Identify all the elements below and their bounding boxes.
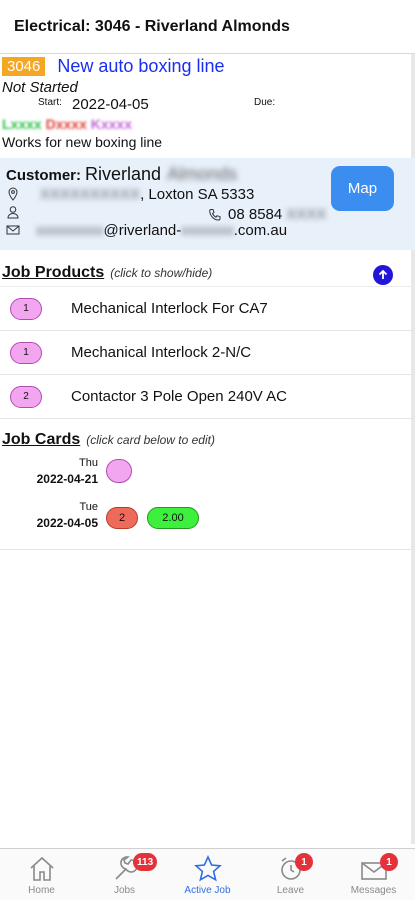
job-card-pill[interactable] <box>106 459 132 483</box>
phone-redacted: XXXX <box>286 206 327 223</box>
assigned-techs: Lxxxx Dxxxx Kxxxx <box>2 116 413 132</box>
product-row[interactable]: 2 Contactor 3 Pole Open 240V AC <box>0 375 415 419</box>
job-card-count-pill[interactable]: 2 <box>106 507 138 529</box>
product-name: Contactor 3 Pole Open 240V AC <box>71 388 287 405</box>
product-name: Mechanical Interlock 2-N/C <box>71 344 252 361</box>
job-card-date: 2022-04-05 <box>36 516 98 530</box>
email-domain: @riverland- <box>103 221 182 239</box>
job-summary: 3046 New auto boxing line Not Started St… <box>0 56 415 150</box>
address-redacted: XXXXXXXXXX <box>40 185 141 203</box>
product-row[interactable]: 1 Mechanical Interlock 2-N/C <box>0 331 415 375</box>
phone-text: 08 8584 <box>228 206 283 223</box>
tab-label: Leave <box>276 885 305 896</box>
phone-icon <box>209 208 221 221</box>
quantity-pill: 2 <box>10 385 42 408</box>
job-status: Not Started <box>2 79 78 96</box>
due-label: Due: <box>254 97 276 108</box>
job-cards-hint: (click card below to edit) <box>86 433 215 447</box>
job-description: Works for new boxing line <box>2 134 163 150</box>
product-row[interactable]: 1 Mechanical Interlock For CA7 <box>0 287 415 331</box>
customer-label: Customer: <box>6 167 82 184</box>
tech-name: Kxxxx <box>90 116 133 132</box>
job-cards-title: Job Cards <box>2 431 81 448</box>
email-line[interactable]: xxxxxxxxx @riverland- xxxxxxx .com.au <box>6 221 409 239</box>
tab-jobs[interactable]: 113 Jobs <box>83 849 166 900</box>
tab-messages[interactable]: 1 Messages <box>332 849 415 900</box>
mail-icon <box>6 225 20 235</box>
email-tld: .com.au <box>233 221 288 239</box>
email-redacted: xxxxxxxxx <box>36 221 104 239</box>
map-button[interactable]: Map <box>331 166 394 211</box>
address-text: , Loxton SA 5333 <box>140 185 255 203</box>
tech-name: Lxxxx <box>2 116 42 132</box>
person-icon <box>7 206 19 219</box>
home-icon <box>29 856 54 881</box>
tab-label: Active Job <box>184 885 231 896</box>
phone-number[interactable]: 08 8584 XXXX <box>208 206 326 223</box>
email-domain-redacted: xxxxxxx <box>181 221 234 239</box>
job-number-badge: 3046 <box>2 57 46 76</box>
jobs-badge: 113 <box>133 853 158 871</box>
tab-label: Jobs <box>113 885 136 896</box>
customer-name-redacted: Almonds <box>167 164 238 184</box>
location-pin-icon <box>8 187 18 201</box>
collapse-up-icon[interactable] <box>373 265 393 285</box>
tab-active-job[interactable]: Active Job <box>166 849 249 900</box>
quantity-pill: 1 <box>10 341 42 364</box>
job-products-hint: (click to show/hide) <box>110 266 213 280</box>
tab-leave[interactable]: 1 Leave <box>249 849 332 900</box>
star-icon <box>193 855 222 882</box>
tab-home[interactable]: Home <box>0 849 83 900</box>
tab-label: Home <box>28 885 55 896</box>
quantity-pill: 1 <box>10 297 42 320</box>
job-cards-header: Job Cards (click card below to edit) <box>0 431 415 449</box>
customer-name: Riverland <box>85 164 162 184</box>
page-title: Electrical: 3046 - Riverland Almonds <box>14 17 290 35</box>
job-card-row[interactable]: Tue 2022-04-05 2 2.00 <box>0 499 415 543</box>
job-cards-list: Thu 2022-04-21 Tue 2022-04-05 2 2.00 <box>0 455 415 550</box>
products-list: 1 Mechanical Interlock For CA7 1 Mechani… <box>0 286 415 419</box>
job-title: New auto boxing line <box>57 56 225 76</box>
job-card-row[interactable]: Thu 2022-04-21 <box>0 455 415 499</box>
product-name: Mechanical Interlock For CA7 <box>71 300 268 317</box>
job-products-header[interactable]: Job Products (click to show/hide) <box>0 264 415 285</box>
leave-badge: 1 <box>295 853 313 871</box>
customer-panel: Customer: Riverland Almonds XXXXXXXXXX ,… <box>0 158 415 250</box>
job-products-title: Job Products <box>2 264 105 281</box>
job-card-day: Tue <box>79 501 98 513</box>
tech-name: Dxxxx <box>45 116 87 132</box>
job-card-date: 2022-04-21 <box>36 472 98 486</box>
start-date: 2022-04-05 <box>72 96 149 113</box>
job-card-hours-pill[interactable]: 2.00 <box>147 507 199 529</box>
messages-badge: 1 <box>380 853 398 871</box>
title-bar: Electrical: 3046 - Riverland Almonds <box>0 0 415 54</box>
start-label: Start: <box>38 97 62 108</box>
job-card-day: Thu <box>79 457 98 469</box>
bottom-tab-bar: Home 113 Jobs Active Job 1 Leave 1 Messa… <box>0 848 415 900</box>
tab-label: Messages <box>350 885 397 896</box>
